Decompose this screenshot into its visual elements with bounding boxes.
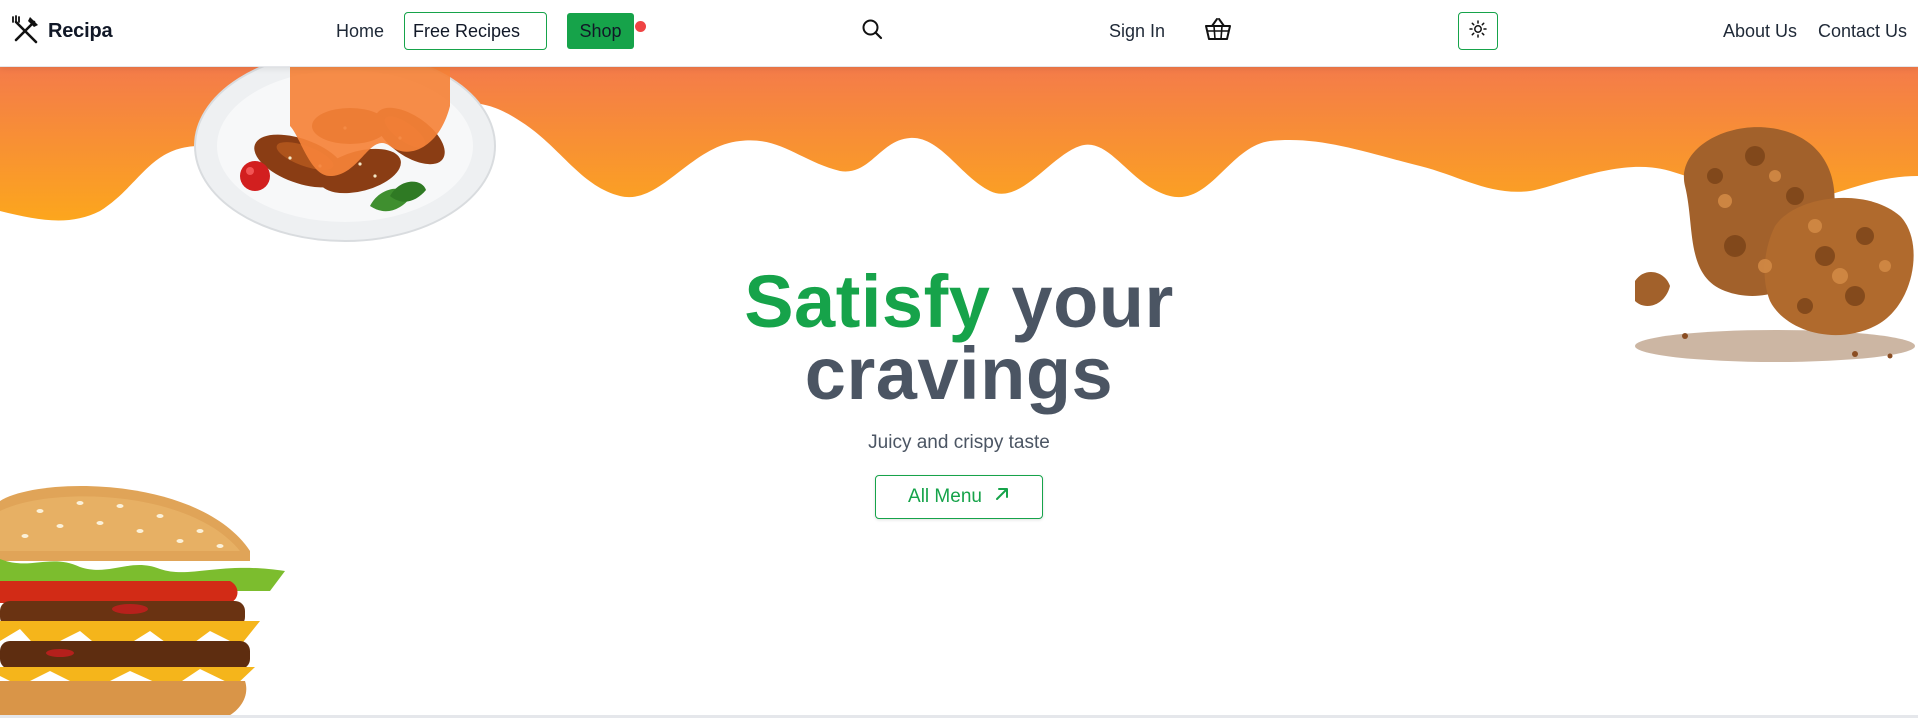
sign-in-link[interactable]: Sign In bbox=[1109, 21, 1165, 42]
all-menu-button[interactable]: All Menu bbox=[875, 475, 1043, 519]
notification-dot bbox=[635, 21, 646, 32]
hero-title-line2: cravings bbox=[804, 332, 1114, 415]
theme-toggle-button[interactable] bbox=[1458, 12, 1498, 50]
search-icon bbox=[860, 17, 884, 46]
fried-chicken-image bbox=[1635, 127, 1915, 362]
all-menu-label: All Menu bbox=[908, 486, 982, 507]
free-recipes-button[interactable]: Free Recipes bbox=[404, 12, 547, 50]
search-button[interactable] bbox=[858, 17, 886, 45]
sun-icon bbox=[1469, 19, 1487, 43]
cart-button[interactable] bbox=[1203, 16, 1233, 46]
contact-us-link[interactable]: Contact Us bbox=[1818, 21, 1907, 42]
hero-section: Satisfy your cravings Juicy and crispy ta… bbox=[0, 66, 1918, 718]
about-us-link[interactable]: About Us bbox=[1723, 21, 1797, 42]
arrow-up-right-icon bbox=[994, 486, 1010, 508]
chicken-wings-plate-image bbox=[194, 66, 496, 242]
shop-button[interactable]: Shop bbox=[567, 13, 634, 49]
nav-home-link[interactable]: Home bbox=[336, 21, 384, 42]
brand-name: Recipa bbox=[48, 19, 113, 42]
brand-logo[interactable]: Recipa bbox=[10, 0, 113, 62]
hero-title-accent: Satisfy bbox=[744, 260, 991, 343]
hero-subtitle: Juicy and crispy taste bbox=[868, 432, 1050, 453]
basket-icon bbox=[1204, 16, 1232, 47]
hero-title-rest: your bbox=[990, 260, 1174, 343]
free-recipes-label: Free Recipes bbox=[413, 20, 521, 41]
top-navbar: Recipa Home Free Recipes Shop Sign In Ab… bbox=[0, 0, 1918, 67]
burger-image bbox=[0, 486, 285, 718]
shop-label: Shop bbox=[579, 20, 622, 41]
hero-title: Satisfy your cravings bbox=[559, 265, 1359, 411]
fork-knife-icon bbox=[10, 13, 42, 50]
